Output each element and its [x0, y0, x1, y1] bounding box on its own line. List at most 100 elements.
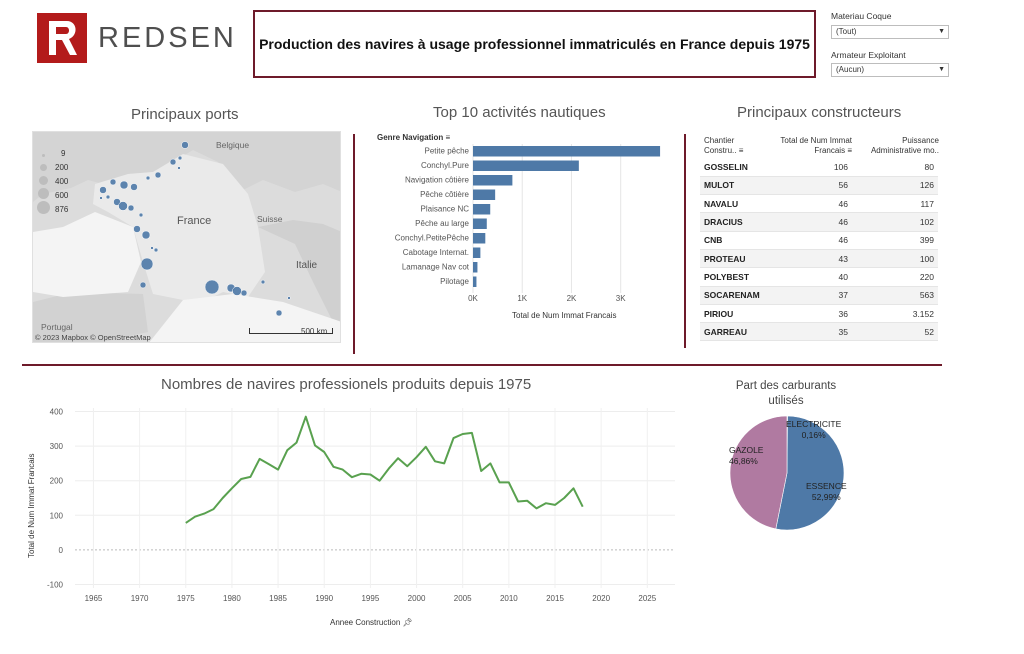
y-tick-label: 300 [50, 442, 64, 451]
table-row[interactable]: CNB 46 399 [700, 231, 938, 250]
x-tick-label: 1990 [315, 594, 333, 603]
x-tick-label: 2015 [546, 594, 564, 603]
ports-map[interactable]: Belgique France Suisse Italie Portugal 9… [32, 131, 341, 343]
bar[interactable] [473, 276, 477, 288]
bar[interactable] [473, 175, 513, 186]
col-header-chantier[interactable]: Chantier Constru.. ≡ [704, 136, 756, 156]
cell-chantier: POLYBEST [700, 267, 766, 287]
bar[interactable] [473, 233, 486, 244]
ports-bubbles[interactable] [33, 132, 341, 343]
bar-category-label: Pilotage [440, 277, 469, 286]
cell-chantier: NAVALU [700, 194, 766, 214]
pie-label-essence-name: ESSENCE [806, 481, 847, 491]
bar-category-label: Cabotage Internat. [403, 248, 469, 257]
svg-text:Total de Num Immat Francais: Total de Num Immat Francais [27, 454, 36, 558]
x-tick-label: 3K [616, 294, 626, 303]
bar-category-label: Pêche au large [415, 219, 469, 228]
col-header-total-text: Total de Num Immat Francais [780, 136, 852, 155]
cell-puissance: 563 [852, 286, 938, 305]
table-row[interactable]: GOSSELIN 106 80 [700, 158, 938, 177]
bar[interactable] [473, 247, 481, 259]
table-row[interactable]: SOCARENAM 37 563 [700, 286, 938, 305]
pie-label-electricite: ELECTRICITE 0,16% [786, 419, 841, 441]
cell-chantier: DRACIUS [700, 212, 766, 232]
table-row[interactable]: NAVALU 46 117 [700, 194, 938, 214]
chevron-down-icon: ▼ [938, 66, 945, 73]
cell-total: 46 [766, 194, 852, 214]
bar[interactable] [473, 204, 491, 215]
cell-chantier: GOSSELIN [700, 158, 766, 177]
table-row[interactable]: PIRIOU 36 3.152 [700, 304, 938, 324]
cell-total: 56 [766, 176, 852, 196]
series-line[interactable] [185, 415, 584, 524]
cell-total: 106 [766, 158, 852, 177]
filter-armateur-select[interactable]: (Aucun) ▼ [831, 63, 949, 77]
activities-bar-chart[interactable]: 0K 1K 2K 3K Petite pêche Conchyl.Pure Navigati… [360, 140, 680, 330]
cell-total: 36 [766, 304, 852, 324]
pie-label-electricite-pct: 0,16% [801, 430, 826, 440]
pie-label-gazole-pct: 46,86% [729, 456, 758, 466]
cell-chantier: MULOT [700, 176, 766, 196]
x-tick-label: 2010 [500, 594, 518, 603]
pie-label-electricite-name: ELECTRICITE [786, 419, 842, 429]
y-tick-label: 400 [50, 407, 64, 416]
fuels-title-line2: utilisés [768, 395, 804, 407]
cell-chantier: CNB [700, 231, 766, 250]
table-row[interactable]: POLYBEST 40 220 [700, 267, 938, 287]
x-tick-label: 1975 [177, 594, 195, 603]
table-row[interactable]: PROTEAU 43 100 [700, 249, 938, 269]
legend-876: 876 [55, 205, 69, 214]
pie-label-essence-pct: 52,99% [811, 492, 841, 502]
legend-600: 600 [55, 190, 69, 200]
table-row[interactable]: MULOT 56 126 [700, 176, 938, 196]
legend-200: 200 [55, 162, 69, 172]
pie-slice-gazole[interactable] [729, 415, 788, 530]
sort-icon[interactable]: ≡ [847, 146, 852, 155]
x-tick-label: 2000 [408, 594, 426, 603]
pin-icon[interactable]: 📌︎ [403, 618, 413, 627]
x-tick-label: 0K [468, 294, 478, 303]
map-scale-label: 500 km [301, 327, 328, 336]
cell-puissance: 80 [852, 158, 938, 177]
bar[interactable] [473, 262, 478, 273]
sort-icon[interactable]: ≡ [739, 146, 744, 155]
table-row[interactable]: DRACIUS 46 102 [700, 212, 938, 232]
redsen-logo-icon [37, 13, 87, 63]
constructors-title: Principaux constructeurs [737, 104, 902, 121]
cell-puissance: 117 [852, 194, 938, 214]
cell-total: 35 [766, 322, 852, 342]
bar[interactable] [473, 160, 579, 172]
x-tick-label: 1965 [85, 594, 103, 603]
filter-materiau-value: (Tout) [836, 27, 857, 36]
filter-armateur-value: (Aucun) [836, 65, 865, 74]
map-attribution: © 2023 Mapbox © OpenStreetMap [35, 333, 151, 342]
pie-label-gazole: GAZOLE 46,86% [729, 445, 763, 467]
legend-9: 9 [61, 148, 66, 158]
bar[interactable] [473, 146, 661, 157]
x-tick-label: 2025 [638, 594, 656, 603]
cell-total: 40 [766, 267, 852, 287]
brand-name: REDSEN [98, 22, 237, 54]
filter-materiau-label: Materiau Coque [831, 11, 892, 21]
cell-puissance: 220 [852, 267, 938, 287]
col-header-puissance[interactable]: Puissance Administrative mo.. [855, 136, 939, 156]
cell-total: 46 [766, 212, 852, 232]
production-line-chart[interactable]: 400 300 200 100 0 -100 1965 1970 1975 1980 1985 199… [25, 396, 680, 632]
bar[interactable] [473, 218, 487, 230]
cell-chantier: PROTEAU [700, 249, 766, 269]
col-header-total[interactable]: Total de Num Immat Francais ≡ [772, 136, 852, 156]
fuels-title: Part des carburants utilisés [718, 379, 854, 409]
bar[interactable] [473, 189, 496, 201]
cell-chantier: GARREAU [700, 322, 766, 342]
table-row[interactable]: GARREAU 35 52 [700, 322, 938, 342]
x-tick-label: 1985 [269, 594, 287, 603]
filter-materiau-select[interactable]: (Tout) ▼ [831, 25, 949, 39]
x-tick-label: 2020 [592, 594, 610, 603]
y-tick-label: -100 [47, 581, 64, 590]
ports-legend: 9 200 400 600 876 [37, 146, 68, 217]
cell-total: 37 [766, 286, 852, 305]
x-tick-label: 1980 [223, 594, 241, 603]
cell-total: 46 [766, 231, 852, 250]
y-tick-label: 200 [50, 477, 64, 486]
production-title: Nombres de navires professionels produit… [161, 376, 532, 393]
